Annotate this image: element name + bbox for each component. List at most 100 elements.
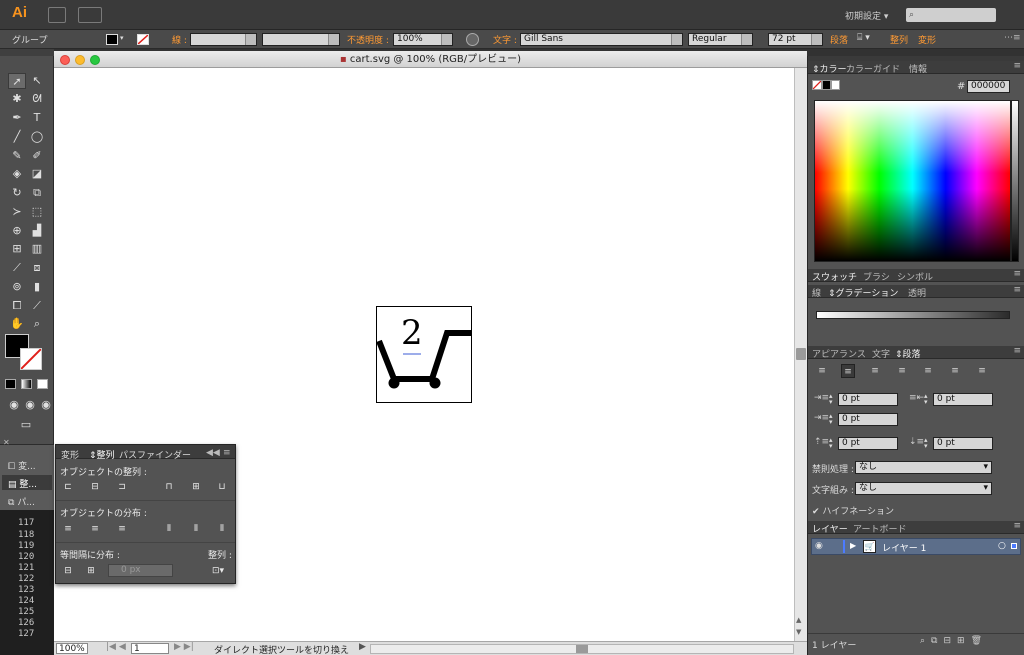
scale-tool-icon[interactable]: ⧉: [28, 185, 46, 201]
eyedropper-tool-icon[interactable]: ⟋: [8, 260, 26, 276]
distribute-vertical-space-icon[interactable]: ⊟: [61, 565, 75, 577]
magic-wand-tool-icon[interactable]: ✱: [8, 91, 26, 107]
horizontal-scroll-thumb[interactable]: [576, 645, 588, 653]
type-tool-icon[interactable]: T: [28, 110, 46, 126]
zoom-field[interactable]: 100%: [56, 643, 88, 654]
ellipse-tool-icon[interactable]: ◯: [28, 129, 46, 145]
gradient-mode-icon[interactable]: [21, 379, 32, 389]
distribute-horizontal-center-icon[interactable]: ⦀: [189, 523, 203, 535]
align-right-icon[interactable]: ⊐: [115, 481, 129, 493]
shape-builder-tool-icon[interactable]: ⊕: [8, 223, 26, 239]
panel-menu-icon[interactable]: ≡: [1013, 285, 1021, 295]
tab-transparency[interactable]: 透明: [908, 286, 926, 299]
status-text[interactable]: ダイレクト選択ツールを切り換え: [214, 643, 349, 655]
tab-appearance[interactable]: アピアランス: [812, 347, 866, 360]
distribute-bottom-icon[interactable]: ≡: [115, 523, 129, 535]
tab-symbols[interactable]: シンボル: [897, 270, 933, 283]
stroke-label[interactable]: 線 :: [172, 33, 187, 46]
vertical-scroll-thumb[interactable]: [796, 348, 806, 360]
mesh-tool-icon[interactable]: ⊞: [8, 241, 26, 257]
close-icon[interactable]: ✕: [3, 438, 10, 447]
hyphenation-checkbox[interactable]: ✔ ハイフネーション: [812, 504, 894, 517]
tab-transform[interactable]: 変形: [61, 448, 79, 461]
align-vertical-center-icon[interactable]: ⊞: [189, 481, 203, 493]
tab-swatches[interactable]: スウォッチ: [812, 270, 857, 283]
transform-mini-button[interactable]: ⧠ 変...: [8, 459, 36, 472]
stroke-color-box[interactable]: [20, 348, 42, 370]
new-layer-icon[interactable]: ⊞: [957, 636, 971, 646]
fill-dropdown-icon[interactable]: ▾: [120, 34, 128, 45]
fill-swatch[interactable]: [106, 34, 118, 45]
make-clipping-mask-icon[interactable]: ⧉: [931, 636, 943, 646]
none-color-icon[interactable]: [812, 80, 822, 90]
tab-brushes[interactable]: ブラシ: [863, 270, 890, 283]
justify-right-icon[interactable]: ≡: [948, 364, 962, 378]
color-spectrum[interactable]: [814, 100, 1011, 262]
right-indent-stepper-icon[interactable]: ▴ ▾: [924, 393, 931, 406]
status-menu-arrow-icon[interactable]: ▶: [359, 642, 366, 652]
paragraph-align-right-icon[interactable]: ≡: [868, 364, 882, 378]
align-top-icon[interactable]: ⊓: [162, 481, 176, 493]
workspace-switcher[interactable]: 初期設定 ▾: [845, 9, 888, 22]
space-after-stepper-icon[interactable]: ▴ ▾: [924, 437, 931, 450]
paragraph-align-center-icon[interactable]: ≡: [841, 364, 855, 378]
minimize-window-button[interactable]: [75, 55, 85, 65]
horizontal-scrollbar[interactable]: [370, 644, 794, 654]
first-line-indent-stepper-icon[interactable]: ▴ ▾: [829, 413, 836, 426]
eraser-tool-icon[interactable]: ◪: [28, 166, 46, 182]
paragraph-link[interactable]: 段落: [830, 33, 848, 46]
expand-triangle-icon[interactable]: ▶: [850, 541, 856, 550]
blob-brush-tool-icon[interactable]: ◈: [8, 166, 26, 182]
target-circle-icon[interactable]: ○: [998, 541, 1006, 551]
bridge-button[interactable]: [48, 7, 66, 23]
kinsoku-select[interactable]: なし ▾: [855, 461, 992, 474]
locate-object-icon[interactable]: ⌕: [920, 636, 931, 646]
mojikumi-select[interactable]: なし ▾: [855, 482, 992, 495]
space-before-field[interactable]: 0 pt: [838, 437, 898, 450]
new-sublayer-icon[interactable]: ⊟: [943, 636, 957, 646]
vertical-scrollbar[interactable]: ▲ ▼: [794, 68, 807, 641]
direct-selection-tool-icon[interactable]: ↖: [28, 73, 46, 89]
selection-indicator[interactable]: [1011, 543, 1017, 549]
align-bottom-icon[interactable]: ⊔: [215, 481, 229, 493]
paragraph-align-left-icon[interactable]: ≡: [815, 364, 829, 378]
arrange-documents-button[interactable]: [78, 7, 102, 23]
screen-mode-icon[interactable]: ▭: [17, 417, 35, 433]
tools-panel-header[interactable]: [0, 49, 54, 56]
panel-menu-icon[interactable]: ≡: [1013, 269, 1021, 279]
artboard-nav-next-icon[interactable]: ▶ ▶|: [174, 642, 194, 652]
space-before-stepper-icon[interactable]: ▴ ▾: [829, 437, 836, 450]
left-indent-stepper-icon[interactable]: ▴ ▾: [829, 393, 836, 406]
cart-artwork[interactable]: 2: [376, 306, 472, 403]
align-mini-button[interactable]: ▤ 整...: [2, 475, 52, 490]
stroke-swatch[interactable]: [137, 34, 149, 45]
spacing-field[interactable]: 0 px: [108, 564, 173, 577]
opacity-field[interactable]: 100%: [393, 33, 453, 46]
layer-row[interactable]: ◉ ▶ 🛒 レイヤー 1 ○: [811, 538, 1021, 555]
black-color-icon[interactable]: [822, 80, 831, 90]
distribute-top-icon[interactable]: ≡: [61, 523, 75, 535]
panel-menu-icon[interactable]: ≡: [1013, 346, 1021, 356]
artboard-nav-first-icon[interactable]: |◀ ◀: [106, 642, 126, 652]
scroll-down-arrow-icon[interactable]: ▼: [796, 628, 806, 638]
panel-menu-icon[interactable]: ≡: [1013, 521, 1021, 531]
tab-pathfinder[interactable]: パスファインダー: [119, 448, 191, 461]
justify-left-icon[interactable]: ≡: [895, 364, 909, 378]
transform-link[interactable]: 変形: [918, 33, 936, 46]
close-window-button[interactable]: [60, 55, 70, 65]
panel-menu-icon[interactable]: ≡: [1013, 61, 1021, 71]
paintbrush-tool-icon[interactable]: ✎: [8, 148, 26, 164]
cart-count-text[interactable]: 2: [401, 313, 423, 353]
panel-menu-icon[interactable]: ≡: [223, 448, 231, 458]
justify-all-icon[interactable]: ≡: [975, 364, 989, 378]
tab-color[interactable]: ⇕カラー: [812, 62, 847, 75]
zoom-window-button[interactable]: [90, 55, 100, 65]
distribute-horizontal-space-icon[interactable]: ⊞: [84, 565, 98, 577]
tab-align[interactable]: ⇕整列: [89, 448, 115, 461]
brightness-ramp[interactable]: [1011, 100, 1019, 262]
graph-tool-icon[interactable]: ▮: [28, 279, 46, 295]
tab-gradient[interactable]: ⇕グラデーション: [828, 286, 898, 299]
tab-color-guide[interactable]: カラーガイド: [846, 62, 900, 75]
glyph-icon[interactable]: ⌸ ▾: [857, 33, 870, 43]
gradient-tool-icon[interactable]: ▥: [28, 241, 46, 257]
